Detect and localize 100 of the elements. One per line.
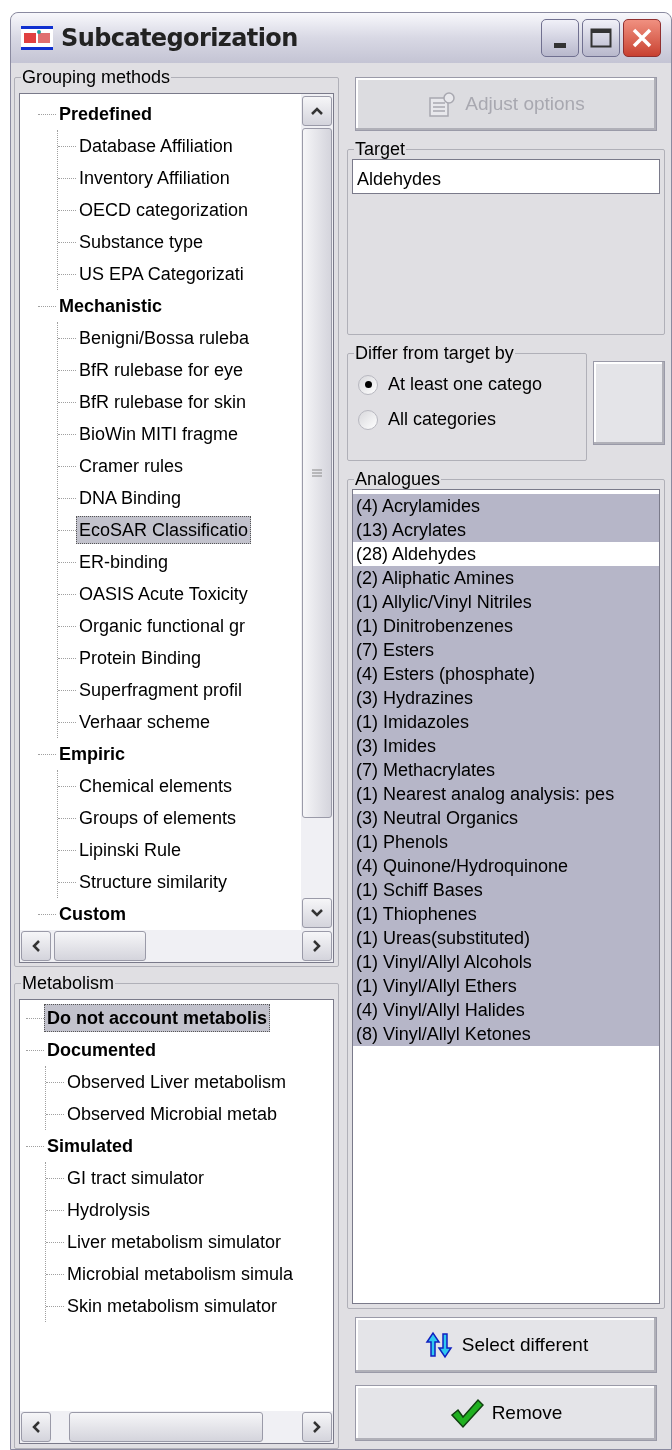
scroll-thumb[interactable] bbox=[302, 128, 332, 818]
scroll-button[interactable] bbox=[21, 931, 51, 961]
tree-item[interactable]: BfR rulebase for eye bbox=[76, 356, 247, 384]
tree-item[interactable]: Observed Liver metabolism bbox=[64, 1068, 290, 1096]
list-item[interactable]: (3) Hydrazines bbox=[353, 686, 659, 710]
list-item[interactable]: (4) Acrylamides bbox=[353, 494, 659, 518]
list-item[interactable]: (7) Methacrylates bbox=[353, 758, 659, 782]
scroll-button[interactable] bbox=[302, 898, 332, 928]
chevron-icon bbox=[310, 106, 324, 116]
scroll-thumb[interactable] bbox=[69, 1412, 263, 1442]
chevron-icon bbox=[31, 1420, 41, 1434]
list-item[interactable]: (1) Imidazoles bbox=[353, 710, 659, 734]
blank-button[interactable] bbox=[593, 361, 665, 445]
app-icon bbox=[21, 26, 53, 50]
scroll-button[interactable] bbox=[302, 1412, 332, 1442]
horizontal-scrollbar[interactable] bbox=[20, 930, 333, 962]
maximize-icon bbox=[590, 28, 612, 48]
close-icon bbox=[631, 27, 653, 49]
tree-item[interactable]: US EPA Categorizati bbox=[76, 260, 247, 288]
tree-item[interactable]: Empiric bbox=[56, 740, 129, 768]
chevron-icon bbox=[312, 1420, 322, 1434]
maximize-button[interactable] bbox=[582, 19, 620, 57]
tree-item[interactable]: Observed Microbial metab bbox=[64, 1100, 281, 1128]
tree-item[interactable]: Predefined bbox=[56, 100, 156, 128]
tree-item[interactable]: Liver metabolism simulator bbox=[64, 1228, 285, 1256]
list-item[interactable]: (1) Dinitrobenzenes bbox=[353, 614, 659, 638]
tree-item[interactable]: Chemical elements bbox=[76, 772, 236, 800]
radio-option[interactable]: At least one catego bbox=[358, 371, 582, 398]
group-label: Differ from target by bbox=[354, 343, 515, 363]
list-item[interactable]: (8) Vinyl/Allyl Ketones bbox=[353, 1022, 659, 1046]
tree-item[interactable]: DNA Binding bbox=[76, 484, 185, 512]
tree-item[interactable]: Documented bbox=[44, 1036, 159, 1064]
tree-item[interactable]: Inventory Affiliation bbox=[76, 164, 233, 192]
tree-item[interactable]: Groups of elements bbox=[76, 804, 240, 832]
list-item[interactable]: (1) Ureas(substituted) bbox=[353, 926, 659, 950]
radio-option[interactable]: All categories bbox=[358, 406, 582, 433]
list-item[interactable]: (1) Vinyl/Allyl Alcohols bbox=[353, 950, 659, 974]
list-item[interactable]: (4) Esters (phosphate) bbox=[353, 662, 659, 686]
remove-button[interactable]: Remove bbox=[355, 1385, 657, 1441]
horizontal-scrollbar[interactable] bbox=[20, 1411, 333, 1443]
tree-item[interactable]: Microbial metabolism simula bbox=[64, 1260, 297, 1288]
list-item[interactable]: (2) Aliphatic Amines bbox=[353, 566, 659, 590]
tree-item[interactable]: OECD categorization bbox=[76, 196, 252, 224]
vertical-scrollbar[interactable] bbox=[301, 94, 333, 930]
scroll-button[interactable] bbox=[302, 931, 332, 961]
select-different-button[interactable]: Select different bbox=[355, 1317, 657, 1373]
checkmark-icon bbox=[449, 1397, 484, 1429]
list-item[interactable]: (7) Esters bbox=[353, 638, 659, 662]
tree-item[interactable]: Database Affiliation bbox=[76, 132, 236, 160]
target-field[interactable]: Aldehydes bbox=[352, 159, 660, 194]
close-button[interactable] bbox=[623, 19, 661, 57]
scroll-button[interactable] bbox=[302, 96, 332, 126]
chevron-icon bbox=[312, 939, 322, 953]
tree-item[interactable]: BfR rulebase for skin bbox=[76, 388, 250, 416]
chevron-icon bbox=[31, 939, 41, 953]
tree-item[interactable]: Hydrolysis bbox=[64, 1196, 153, 1224]
list-item[interactable]: (3) Imides bbox=[353, 734, 659, 758]
list-item[interactable]: (1) Allylic/Vinyl Nitriles bbox=[353, 590, 659, 614]
list-item[interactable]: (3) Neutral Organics bbox=[353, 806, 659, 830]
list-item[interactable]: (13) Acrylates bbox=[353, 518, 659, 542]
tree-item[interactable]: Do not account metabolis bbox=[44, 1004, 271, 1032]
tree-item[interactable]: Simulated bbox=[44, 1132, 137, 1160]
list-item[interactable]: (1) Vinyl/Allyl Ethers bbox=[353, 974, 659, 998]
scroll-button[interactable] bbox=[21, 1412, 51, 1442]
scroll-thumb[interactable] bbox=[54, 931, 146, 961]
tree-item[interactable]: Organic functional gr bbox=[76, 612, 249, 640]
list-item[interactable]: (4) Quinone/Hydroquinone bbox=[353, 854, 659, 878]
tree-item[interactable]: Custom bbox=[56, 900, 129, 928]
tree-item[interactable]: BioWin MITI fragme bbox=[76, 420, 242, 448]
list-item[interactable]: (1) Schiff Bases bbox=[353, 878, 659, 902]
tree-item[interactable]: GI tract simulator bbox=[64, 1164, 208, 1192]
window-title: Subcategorization bbox=[61, 23, 299, 54]
tree-item[interactable]: OASIS Acute Toxicity bbox=[76, 580, 251, 608]
tree-item[interactable]: Cramer rules bbox=[76, 452, 187, 480]
list-item[interactable]: (1) Nearest analog analysis: pes bbox=[353, 782, 659, 806]
grip-icon bbox=[312, 469, 322, 477]
tree-item[interactable]: Structure similarity bbox=[76, 868, 231, 896]
minimize-button[interactable] bbox=[541, 19, 579, 57]
tree-item[interactable]: Substance type bbox=[76, 228, 207, 256]
group-label: Target bbox=[354, 139, 407, 159]
group-label: Analogues bbox=[354, 469, 442, 489]
swap-arrows-icon bbox=[423, 1330, 454, 1360]
list-item[interactable]: (1) Phenols bbox=[353, 830, 659, 854]
group-label: Metabolism bbox=[21, 973, 116, 993]
tree-item[interactable]: Benigni/Bossa ruleba bbox=[76, 324, 253, 352]
tree-item[interactable]: EcoSAR Classificatio bbox=[76, 516, 252, 544]
tree-item[interactable]: Superfragment profil bbox=[76, 676, 246, 704]
radio-button[interactable] bbox=[358, 374, 378, 395]
tree-item[interactable]: ER-binding bbox=[76, 548, 172, 576]
minimize-icon bbox=[554, 43, 566, 48]
list-item[interactable]: (4) Vinyl/Allyl Halides bbox=[353, 998, 659, 1022]
tree-item[interactable]: Verhaar scheme bbox=[76, 708, 214, 736]
chevron-icon bbox=[310, 908, 324, 918]
tree-item[interactable]: Mechanistic bbox=[56, 292, 166, 320]
tree-item[interactable]: Lipinski Rule bbox=[76, 836, 185, 864]
tree-item[interactable]: Skin metabolism simulator bbox=[64, 1292, 281, 1320]
group-label: Grouping methods bbox=[21, 67, 172, 87]
list-item[interactable]: (1) Thiophenes bbox=[353, 902, 659, 926]
tree-item[interactable]: Protein Binding bbox=[76, 644, 205, 672]
radio-button[interactable] bbox=[358, 409, 378, 430]
